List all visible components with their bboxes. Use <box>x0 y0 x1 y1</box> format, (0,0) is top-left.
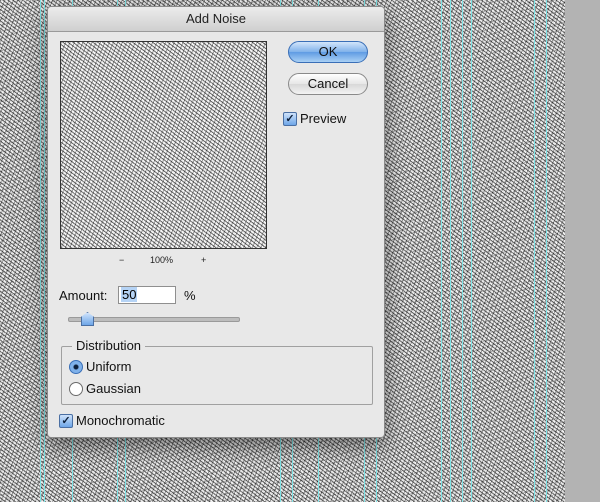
uniform-radio[interactable] <box>69 360 83 374</box>
uniform-label: Uniform <box>86 359 132 374</box>
gaussian-label: Gaussian <box>86 381 141 396</box>
guide-line <box>471 0 472 502</box>
amount-value: 50 <box>121 287 138 302</box>
ok-button[interactable]: OK <box>288 41 368 63</box>
guide-line <box>546 0 547 502</box>
amount-input[interactable]: 50 <box>118 286 176 304</box>
check-icon: ✓ <box>285 113 295 125</box>
amount-unit: % <box>184 288 196 303</box>
add-noise-dialog: Add Noise − 100% + OK Cancel ✓ Preview A… <box>47 6 385 438</box>
zoom-out-button[interactable]: − <box>119 255 124 265</box>
zoom-in-button[interactable]: + <box>201 255 206 265</box>
pasteboard <box>565 0 600 502</box>
amount-slider-thumb[interactable] <box>81 312 94 326</box>
preview-label: Preview <box>300 111 347 126</box>
guide-line <box>44 0 45 502</box>
check-icon: ✓ <box>61 415 71 427</box>
guide-line <box>534 0 535 502</box>
amount-label: Amount: <box>59 288 108 303</box>
guide-line <box>450 0 451 502</box>
guide-line <box>441 0 442 502</box>
distribution-legend: Distribution <box>72 338 146 353</box>
dialog-title[interactable]: Add Noise <box>48 7 384 32</box>
monochromatic-label: Monochromatic <box>76 413 165 428</box>
guide-line <box>462 0 463 502</box>
monochromatic-checkbox[interactable]: ✓ <box>59 414 73 428</box>
gaussian-radio[interactable] <box>69 382 83 396</box>
guide-line <box>40 0 41 502</box>
distribution-group <box>61 346 373 405</box>
cancel-button[interactable]: Cancel <box>288 73 368 95</box>
noise-preview[interactable] <box>60 41 267 249</box>
zoom-level: 100% <box>150 255 174 265</box>
preview-checkbox[interactable]: ✓ <box>283 112 297 126</box>
